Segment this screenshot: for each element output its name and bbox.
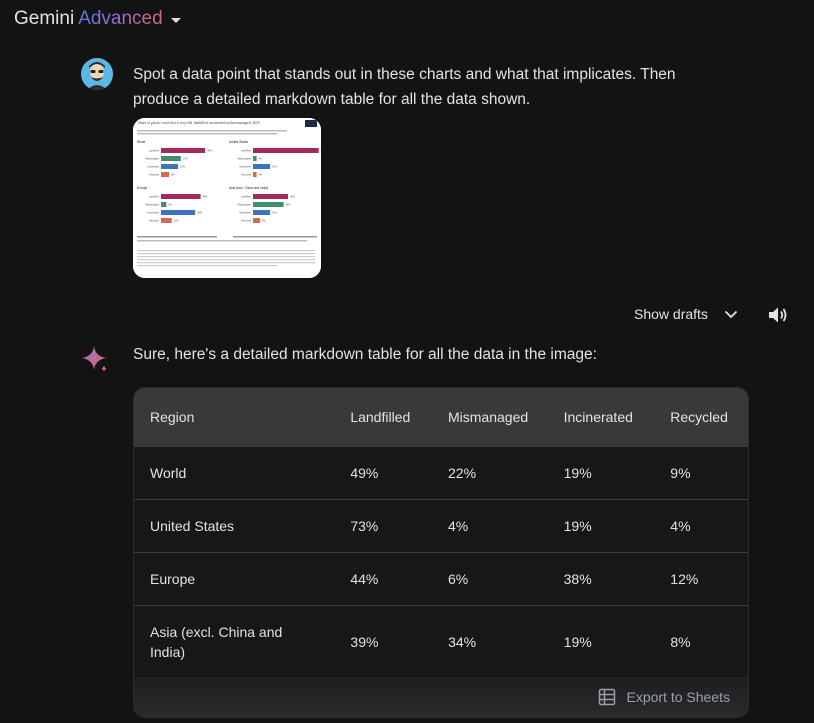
header-incinerated: Incinerated — [563, 409, 633, 425]
thumb-category-label: Mismanaged — [237, 204, 251, 207]
thumb-bar — [161, 218, 172, 223]
thumb-category-label: Incinerated — [239, 212, 251, 215]
header-recycled: Recycled — [670, 409, 728, 425]
cell-landfilled: 73% — [350, 518, 379, 534]
thumb-bar — [253, 202, 284, 207]
thumb-bar — [253, 148, 319, 153]
cell-region: World — [150, 465, 187, 481]
chevron-down-icon — [724, 310, 738, 318]
cell-region: Asia (excl. China and India) — [150, 624, 283, 660]
export-to-sheets-button[interactable]: Export to Sheets — [134, 677, 748, 717]
thumb-bar — [161, 164, 179, 169]
table-row: United States 73% 4% 19% 4% — [134, 499, 748, 552]
cell-landfilled: 49% — [350, 465, 379, 481]
cell-incinerated: 19% — [563, 518, 592, 534]
thumb-panel-title: United States — [229, 140, 249, 144]
thumb-category-label: Mismanaged — [237, 158, 251, 161]
user-prompt: Spot a data point that stands out in the… — [133, 66, 676, 108]
app-title-menu[interactable]: Gemini Advanced — [14, 8, 181, 30]
header-landfilled: Landfilled — [350, 409, 411, 425]
thumb-bar — [253, 156, 257, 161]
show-drafts-label: Show drafts — [634, 306, 708, 322]
cell-landfilled: 44% — [350, 571, 379, 587]
sheets-icon — [599, 688, 616, 706]
thumb-bar — [161, 202, 167, 207]
thumb-category-label: Landfilled — [149, 150, 160, 153]
avatar-icon — [81, 58, 113, 90]
thumb-category-label: Incinerated — [147, 166, 159, 169]
table-row: World 49% 22% 19% 9% — [134, 446, 748, 499]
thumb-category-label: Landfilled — [241, 150, 252, 153]
gemini-logo — [80, 344, 110, 379]
thumb-category-label: Recycled — [241, 174, 252, 177]
thumb-category-label: Recycled — [241, 220, 252, 223]
thumb-category-label: Landfilled — [149, 196, 160, 199]
cell-incinerated: 19% — [563, 634, 592, 650]
cell-recycled: 4% — [670, 518, 691, 534]
thumb-bar — [253, 164, 271, 169]
thumb-bar — [161, 148, 206, 153]
read-aloud-button[interactable] — [767, 305, 789, 330]
thumb-bar — [253, 218, 261, 223]
show-drafts-button[interactable]: Show drafts — [634, 306, 738, 322]
thumb-bar — [161, 194, 201, 199]
sparkle-icon — [82, 346, 107, 372]
table-row: Europe 44% 6% 38% 12% — [134, 552, 748, 605]
thumb-bar — [161, 156, 181, 161]
caret-down-icon — [170, 17, 181, 23]
thumb-bar — [253, 172, 257, 177]
cell-incinerated: 19% — [563, 465, 592, 481]
thumb-bar — [161, 172, 170, 177]
cell-recycled: 9% — [670, 465, 691, 481]
cell-landfilled: 39% — [350, 634, 379, 650]
table-header-row: Region Landfilled Mismanaged Incinerated… — [134, 388, 748, 446]
thumb-bar — [161, 210, 196, 215]
thumb-category-label: Recycled — [149, 174, 160, 177]
thumb-panel-title: Europe — [137, 186, 148, 190]
speaker-icon — [769, 307, 787, 323]
cell-region: Europe — [150, 571, 196, 587]
response-intro: Sure, here's a detailed markdown table f… — [133, 346, 597, 363]
cell-region: United States — [150, 518, 235, 534]
cell-mismanaged: 4% — [448, 518, 469, 534]
header-region: Region — [150, 409, 195, 425]
header-mismanaged: Mismanaged — [448, 409, 529, 425]
chart-thumbnail: Share of plastic waste that is recycled,… — [133, 118, 321, 278]
table-row: Asia (excl. China and India) 39% 34% 19%… — [134, 605, 748, 678]
cell-mismanaged: 22% — [448, 465, 477, 481]
thumb-category-label: Mismanaged — [145, 204, 159, 207]
thumb-panel-title: World — [137, 140, 145, 144]
thumb-category-label: Recycled — [149, 220, 160, 223]
cell-mismanaged: 6% — [448, 571, 469, 587]
export-label: Export to Sheets — [626, 689, 730, 705]
thumb-category-label: Mismanaged — [145, 158, 159, 161]
avatar — [81, 58, 113, 90]
thumb-category-label: Incinerated — [147, 212, 159, 215]
cell-mismanaged: 34% — [448, 634, 477, 650]
thumb-panel-title: Asia (excl. China and India) — [229, 186, 268, 190]
brand-name: Gemini — [14, 8, 75, 29]
thumb-bar — [253, 194, 289, 199]
thumb-bar — [253, 210, 271, 215]
cell-recycled: 12% — [670, 571, 699, 587]
attached-chart-image[interactable]: Share of plastic waste that is recycled,… — [133, 118, 321, 278]
thumb-category-label: Landfilled — [241, 196, 252, 199]
cell-incinerated: 38% — [563, 571, 592, 587]
thumb-category-label: Incinerated — [239, 166, 251, 169]
data-table: Region Landfilled Mismanaged Incinerated… — [133, 387, 749, 718]
cell-recycled: 8% — [670, 634, 691, 650]
brand-tier: Advanced — [78, 8, 163, 29]
